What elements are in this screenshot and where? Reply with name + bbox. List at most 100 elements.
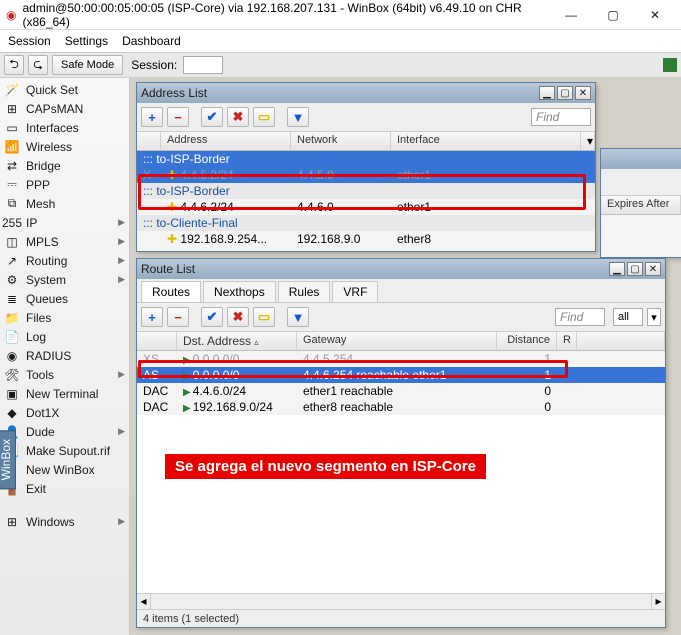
winbox-vertical-tab[interactable]: WinBox	[0, 430, 16, 489]
route-row[interactable]: DAC▶192.168.9.0/24ether8 reachable0	[137, 399, 665, 415]
enable-button[interactable]: ✔	[201, 107, 223, 127]
chevron-right-icon: ▶	[118, 255, 125, 266]
route-row[interactable]: DAC▶4.4.6.0/24ether1 reachable0	[137, 383, 665, 399]
remove-button[interactable]: −	[167, 107, 189, 127]
forward-button[interactable]: ⮎	[28, 55, 48, 75]
session-box[interactable]	[183, 56, 223, 74]
col-address[interactable]: Address	[161, 132, 291, 150]
capsman-icon: ⊞	[4, 101, 20, 117]
maximize-button[interactable]: ▢	[593, 4, 633, 26]
sidebar-item-queues[interactable]: ≣Queues	[0, 289, 129, 308]
minimize-button[interactable]: —	[551, 4, 591, 26]
sidebar-item-label: Log	[26, 330, 46, 344]
add-button[interactable]: +	[141, 107, 163, 127]
filter-button[interactable]: ▼	[287, 107, 309, 127]
address-section[interactable]: ::: to-ISP-Border	[137, 183, 595, 199]
route-list-titlebar[interactable]: Route List ▁ ▢ ✕	[137, 259, 665, 279]
sidebar-item-mesh[interactable]: ⧉Mesh	[0, 194, 129, 213]
col-gateway[interactable]: Gateway	[297, 332, 497, 350]
sidebar-item-new-terminal[interactable]: ▣New Terminal	[0, 384, 129, 403]
address-icon: ✚	[167, 200, 177, 214]
route-filter-select[interactable]: all	[613, 308, 643, 326]
route-row[interactable]: XS▶0.0.0.0/04.4.5.2541	[137, 351, 665, 367]
addr-close-button[interactable]: ✕	[575, 86, 591, 100]
route-remove-button[interactable]: −	[167, 307, 189, 327]
menu-session[interactable]: Session	[8, 34, 51, 48]
log-icon: 📄	[4, 329, 20, 345]
tab-vrf[interactable]: VRF	[332, 281, 378, 302]
disable-button[interactable]: ✖	[227, 107, 249, 127]
sidebar-item-label: Dot1X	[26, 406, 59, 420]
col-r[interactable]: R	[557, 332, 577, 350]
route-maximize-button[interactable]: ▢	[627, 262, 643, 276]
address-section[interactable]: ::: to-Cliente-Final	[137, 215, 595, 231]
route-enable-button[interactable]: ✔	[201, 307, 223, 327]
sidebar-item-routing[interactable]: ↗Routing▶	[0, 251, 129, 270]
col-interface[interactable]: Interface	[391, 132, 581, 150]
window-controls: — ▢ ✕	[551, 4, 675, 26]
route-find-input[interactable]: Find	[555, 308, 605, 326]
sidebar-item-mpls[interactable]: ◫MPLS▶	[0, 232, 129, 251]
sidebar-item-capsman[interactable]: ⊞CAPsMAN	[0, 99, 129, 118]
address-row[interactable]: ✚ 4.4.6.2/244.4.6.0ether1	[137, 199, 595, 215]
route-minimize-button[interactable]: ▁	[609, 262, 625, 276]
ppp-icon: ⎓	[4, 177, 20, 193]
window-title: admin@50:00:00:05:00:05 (ISP-Core) via 1…	[22, 1, 551, 29]
back-icon: ⮌	[9, 55, 19, 76]
route-disable-button[interactable]: ✖	[227, 307, 249, 327]
tab-rules[interactable]: Rules	[278, 281, 331, 302]
col-network[interactable]: Network	[291, 132, 391, 150]
route-close-button[interactable]: ✕	[645, 262, 661, 276]
forward-icon: ⮎	[33, 55, 43, 76]
safe-mode-button[interactable]: Safe Mode	[52, 55, 123, 75]
chevron-right-icon: ▶	[118, 369, 125, 380]
col-dst[interactable]: Dst. Address ▵	[177, 332, 297, 350]
sidebar-item-wireless[interactable]: 📶Wireless	[0, 137, 129, 156]
bridge-icon: ⇄	[4, 158, 20, 174]
sidebar-item-ppp[interactable]: ⎓PPP	[0, 175, 129, 194]
sidebar-item-quick-set[interactable]: 🪄Quick Set	[0, 80, 129, 99]
sidebar-item-make-supout-rif[interactable]: 📃Make Supout.rif	[0, 441, 129, 460]
addr-maximize-button[interactable]: ▢	[557, 86, 573, 100]
comment-button[interactable]: ▭	[253, 107, 275, 127]
address-row[interactable]: ✚ 192.168.9.254...192.168.9.0ether8	[137, 231, 595, 247]
sidebar-item-radius[interactable]: ◉RADIUS	[0, 346, 129, 365]
menu-dashboard[interactable]: Dashboard	[122, 34, 181, 48]
sidebar-item-dot1x[interactable]: ◆Dot1X	[0, 403, 129, 422]
route-comment-button[interactable]: ▭	[253, 307, 275, 327]
close-button[interactable]: ✕	[635, 4, 675, 26]
mpls-icon: ◫	[4, 234, 20, 250]
sidebar-item-new-winbox[interactable]: ⊕New WinBox	[0, 460, 129, 479]
col-expires[interactable]: Expires After	[601, 196, 681, 214]
sidebar-item-system[interactable]: ⚙System▶	[0, 270, 129, 289]
sidebar-item-exit[interactable]: 🚪Exit	[0, 479, 129, 498]
menu-settings[interactable]: Settings	[65, 34, 108, 48]
addr-minimize-button[interactable]: ▁	[539, 86, 555, 100]
sidebar-item-log[interactable]: 📄 Log	[0, 327, 129, 346]
route-add-button[interactable]: +	[141, 307, 163, 327]
sidebar-item-ip[interactable]: 255IP▶	[0, 213, 129, 232]
address-icon: ✚	[167, 168, 177, 182]
address-grid: Address Network Interface ▾ ::: to-ISP-B…	[137, 132, 595, 247]
sidebar-item-dude[interactable]: 👤Dude▶	[0, 422, 129, 441]
address-list-titlebar[interactable]: Address List ▁ ▢ ✕	[137, 83, 595, 103]
main-toolbar: ⮌ ⮎ Safe Mode Session:	[0, 52, 681, 78]
find-input[interactable]: Find	[531, 108, 591, 126]
chevron-right-icon: ▶	[118, 217, 125, 228]
sidebar-item-windows[interactable]: ⊞Windows▶	[0, 512, 129, 531]
sidebar-item-files[interactable]: 📁Files	[0, 308, 129, 327]
tab-nexthops[interactable]: Nexthops	[203, 281, 276, 302]
sidebar-item-tools[interactable]: 🛠Tools▶	[0, 365, 129, 384]
bg-titlebar[interactable]: ▁ ▢ ✕	[601, 149, 681, 169]
queues-icon: ≣	[4, 291, 20, 307]
back-button[interactable]: ⮌	[4, 55, 24, 75]
route-filter-dropdown[interactable]: ▾	[647, 308, 661, 326]
route-row[interactable]: AS▶0.0.0.0/04.4.6.254 reachable ether11	[137, 367, 665, 383]
sidebar-item-interfaces[interactable]: ▭Interfaces	[0, 118, 129, 137]
col-distance[interactable]: Distance	[497, 332, 557, 350]
route-filter-button[interactable]: ▼	[287, 307, 309, 327]
address-section[interactable]: ::: to-ISP-Border	[137, 151, 595, 167]
tab-routes[interactable]: Routes	[141, 281, 201, 302]
address-row[interactable]: X✚ 4.4.5.2/244.4.5.0ether1	[137, 167, 595, 183]
sidebar-item-bridge[interactable]: ⇄Bridge	[0, 156, 129, 175]
